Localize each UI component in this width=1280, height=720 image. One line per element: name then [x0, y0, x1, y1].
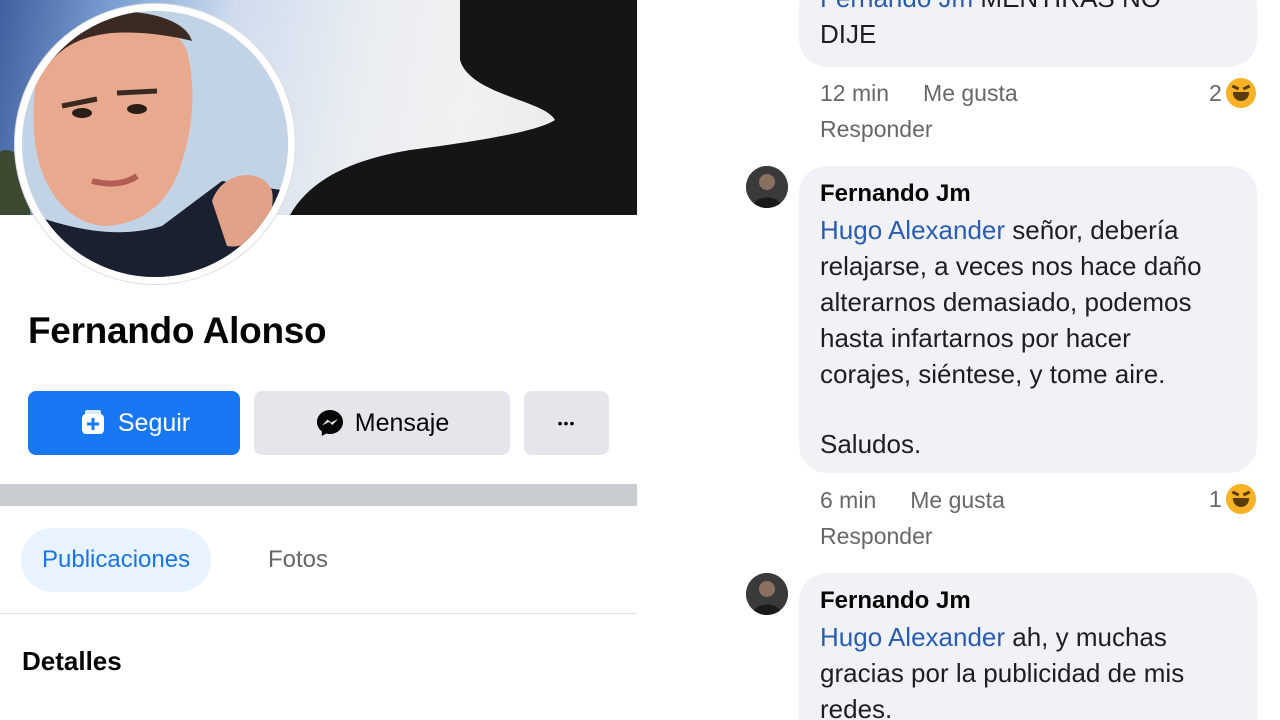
comment-bubble-1: Fernando Jm MENTIRAS NO DIJE [799, 0, 1257, 67]
comment-2-line-5: corajes, siéntese, y tome aire. [820, 359, 1166, 389]
face-illustration [22, 11, 288, 277]
comment-bubble-2: Fernando Jm Hugo Alexander señor, deberí… [799, 166, 1257, 473]
comment-3-text: Hugo Alexander ah, y muchas gracias por … [820, 619, 1250, 720]
tab-photos[interactable]: Fotos [268, 528, 328, 592]
tab-posts-label: Publicaciones [42, 546, 191, 573]
comments-panel: Fernando Jm MENTIRAS NO DIJE 12 min Me gu… [637, 0, 1280, 720]
comment-2-line-3: alterarnos demasiado, podemos [820, 287, 1192, 317]
comment-3-mention[interactable]: Hugo Alexander [820, 622, 1005, 652]
comment-1-reactions[interactable]: 2 [1209, 78, 1256, 108]
tabs-divider [0, 613, 637, 614]
cover-silhouette [290, 0, 637, 215]
comment-2-author[interactable]: Fernando Jm [820, 180, 971, 208]
haha-emoji-icon [1225, 78, 1256, 108]
comment-1-reply[interactable]: Responder [820, 116, 933, 143]
comment-1-text: Fernando Jm MENTIRAS NO DIJE [820, 0, 1250, 52]
profile-photo [22, 11, 288, 277]
comment-2-line-6 [820, 392, 1250, 426]
comment-2-meta: 6 min Me gusta [820, 487, 1005, 514]
comment-2-reactions[interactable]: 1 [1209, 484, 1256, 514]
message-label: Mensaje [354, 408, 450, 437]
messenger-icon [316, 410, 343, 436]
comment-2-line-1: Hugo Alexander señor, debería [820, 212, 1250, 248]
comment-2-reaction-count: 1 [1209, 485, 1222, 512]
comment-1-line-2: DIJE [820, 19, 877, 49]
follow-button[interactable]: Seguir [28, 391, 240, 455]
more-options-button[interactable]: ••• [524, 391, 609, 455]
comment-1-time: 12 min [820, 80, 890, 106]
comment-2-mention[interactable]: Hugo Alexander [820, 215, 1005, 245]
message-button[interactable]: Mensaje [254, 391, 510, 455]
comment-3-line1-rest: ah, y muchas [1005, 622, 1167, 652]
comment-1-mention[interactable]: Fernando Jm [820, 0, 973, 13]
tab-posts[interactable]: Publicaciones [21, 528, 212, 592]
comment-2-line1-rest: señor, debería [1005, 215, 1179, 245]
comment-1-line1-rest: MENTIRAS NO [973, 0, 1161, 13]
follow-label: Seguir [117, 408, 191, 437]
comment-3-avatar[interactable] [746, 573, 788, 615]
comment-3-line-1: Hugo Alexander ah, y muchas [820, 619, 1250, 655]
profile-panel: Fernando Alonso Seguir Mensaje ••• Publi… [0, 0, 637, 720]
comment-2-avatar[interactable] [746, 166, 788, 208]
profile-name: Fernando Alonso [28, 310, 327, 351]
haha-emoji-icon [1225, 484, 1256, 514]
section-divider [0, 484, 637, 506]
comment-1-like[interactable]: Me gusta [923, 80, 1018, 106]
more-icon: ••• [557, 415, 576, 431]
comment-bubble-3: Fernando Jm Hugo Alexander ah, y muchas … [799, 573, 1257, 720]
tab-photos-label: Fotos [268, 546, 329, 573]
comment-2-time: 6 min [820, 487, 877, 513]
comment-3-line-2: gracias por la publicidad de mis [820, 658, 1185, 688]
comment-1-meta: 12 min Me gusta [820, 80, 1018, 107]
follow-plus-icon [81, 410, 104, 434]
comment-2-text: Hugo Alexander señor, debería relajarse,… [820, 212, 1250, 462]
profile-avatar[interactable] [15, 4, 295, 284]
comment-2-like[interactable]: Me gusta [910, 487, 1005, 513]
comment-2-reply[interactable]: Responder [820, 523, 933, 550]
comment-1-line-1: Fernando Jm MENTIRAS NO [820, 0, 1250, 16]
comment-2-line-4: hasta infartarnos por hacer [820, 323, 1131, 353]
comment-2-line-7: Saludos. [820, 429, 922, 459]
comment-2-line-2: relajarse, a veces nos hace daño [820, 251, 1202, 281]
comment-3-line-3: redes. [820, 694, 893, 720]
comment-3-author[interactable]: Fernando Jm [820, 587, 971, 615]
details-heading: Detalles [22, 646, 122, 676]
comment-1-reaction-count: 2 [1209, 79, 1222, 106]
